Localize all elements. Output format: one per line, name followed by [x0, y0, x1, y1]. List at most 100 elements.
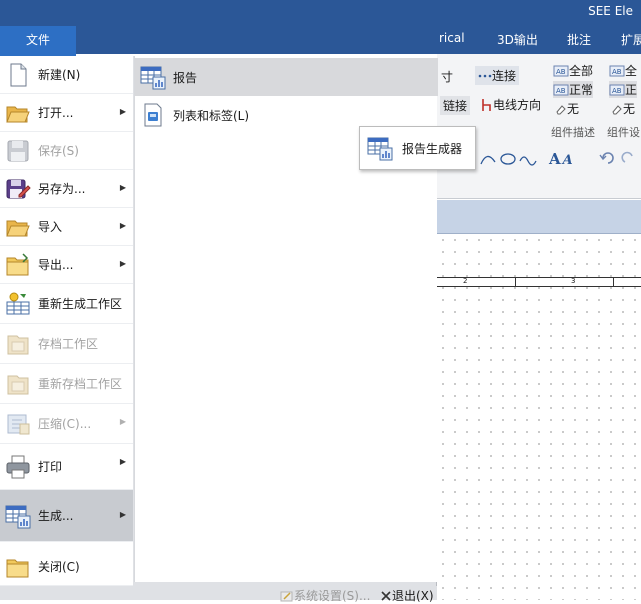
- text-ab-icon: AB: [553, 84, 569, 95]
- drawing-canvas[interactable]: [437, 234, 641, 600]
- ruler-tick: [515, 277, 516, 287]
- option-none-label: 无: [567, 102, 580, 116]
- menu-item-save-as[interactable]: 另存为... ▶: [0, 170, 133, 208]
- svg-text:AB: AB: [612, 87, 622, 95]
- menu-item-regenerate-workspace[interactable]: 重新生成工作区: [0, 284, 133, 324]
- menu-item-import[interactable]: 导入 ▶: [0, 208, 133, 246]
- submenu-arrow-icon: ▶: [119, 259, 126, 268]
- generate-report-icon: [5, 505, 31, 528]
- compress-icon: [7, 414, 30, 434]
- menu-item-label: 重新存档工作区: [38, 377, 123, 391]
- exit-label: 退出(X): [392, 589, 434, 603]
- menu-item-print[interactable]: 打印 ▶: [0, 444, 133, 490]
- import-folder-icon: [6, 220, 30, 236]
- svg-text:AB: AB: [612, 68, 622, 76]
- submenu-item-label: 列表和标签(L): [173, 108, 250, 123]
- menu-item-label: 关闭(C): [38, 560, 80, 574]
- svg-text:A: A: [548, 150, 561, 168]
- undo-icon[interactable]: [597, 150, 637, 166]
- tab-extensions[interactable]: 扩展: [621, 31, 641, 48]
- document-tab-bar: [437, 200, 641, 234]
- wire-direction-label: 电线方向: [493, 98, 542, 112]
- menu-item-export[interactable]: 导出... ▶: [0, 246, 133, 284]
- link-button[interactable]: 链接: [440, 96, 471, 115]
- option-all-2-label: 全: [625, 64, 638, 78]
- submenu-arrow-icon: ▶: [119, 510, 126, 519]
- connect-label: 连接: [492, 69, 517, 83]
- list-label-icon: [144, 103, 162, 127]
- option-normal-2[interactable]: AB 正: [609, 81, 638, 98]
- text-ab-icon: AB: [609, 84, 625, 95]
- option-all-label: 全部: [569, 64, 594, 78]
- backstage-footer: 系统设置(S)... 退出(X): [0, 586, 437, 603]
- close-folder-icon: [6, 559, 29, 577]
- sheet-ruler: 2 3: [437, 277, 641, 287]
- group-label-component-settings: 组件设: [607, 126, 640, 139]
- system-settings-button[interactable]: 系统设置(S)...: [280, 587, 370, 604]
- menu-item-label: 导入: [38, 220, 63, 234]
- eraser-icon: [556, 104, 566, 114]
- submenu-arrow-icon: ▶: [119, 221, 126, 230]
- dimension-button[interactable]: 寸: [441, 68, 453, 85]
- menu-item-label: 存档工作区: [38, 337, 99, 351]
- wire-direction-icon: [482, 98, 491, 111]
- menu-item-label: 导出...: [38, 258, 74, 272]
- save-icon: [7, 140, 29, 161]
- menu-item-generate[interactable]: 生成... ▶: [0, 490, 133, 542]
- option-none-2[interactable]: 无: [611, 100, 635, 117]
- option-all-2[interactable]: AB 全: [609, 62, 637, 79]
- text-ab-icon: AB: [553, 65, 569, 76]
- tab-3d-output[interactable]: 3D输出: [497, 31, 538, 48]
- ruler-tick: [613, 277, 614, 287]
- eraser-icon: [612, 104, 622, 114]
- menu-item-label: 重新生成工作区: [38, 297, 123, 311]
- option-normal[interactable]: AB 正常: [553, 81, 594, 98]
- option-none[interactable]: 无: [555, 100, 579, 117]
- dots-icon: [478, 74, 492, 77]
- menu-item-open[interactable]: 打开... ▶: [0, 94, 133, 132]
- submenu-arrow-icon: ▶: [119, 183, 126, 192]
- svg-text:AB: AB: [556, 87, 566, 95]
- option-none-2-label: 无: [623, 102, 636, 116]
- menu-item-rearchive-workspace[interactable]: 重新存档工作区: [0, 364, 133, 404]
- report-icon: [140, 66, 166, 90]
- menu-item-compress[interactable]: 压缩(C)... ▶: [0, 404, 133, 444]
- menu-item-save[interactable]: 保存(S): [0, 132, 133, 170]
- open-folder-icon: [6, 106, 30, 122]
- file-menu-list: 新建(N) 打开... ▶ 保存(S) 另存为... ▶ 导入 ▶ 导出... …: [0, 56, 133, 586]
- export-folder-icon: [6, 252, 29, 275]
- option-all[interactable]: AB 全部: [553, 62, 593, 79]
- rearchive-icon: [7, 375, 29, 394]
- menu-item-label: 生成...: [38, 509, 74, 523]
- text-style-icon[interactable]: AA: [547, 148, 583, 168]
- regenerate-workspace-icon: [6, 292, 30, 314]
- wire-direction-button[interactable]: 电线方向: [481, 96, 541, 113]
- submenu-arrow-icon: ▶: [119, 457, 126, 466]
- group-label-component-desc: 组件描述: [551, 126, 595, 139]
- menu-item-label: 保存(S): [38, 144, 79, 158]
- arc-tool-icon[interactable]: [477, 148, 537, 168]
- option-normal-2-label: 正: [625, 83, 638, 97]
- ruler-mark-2: 2: [463, 277, 468, 285]
- title-bar: SEE Ele: [0, 0, 641, 24]
- menu-item-label: 新建(N): [38, 68, 81, 82]
- tab-file[interactable]: 文件: [0, 26, 76, 56]
- tab-annotation[interactable]: 批注: [567, 31, 591, 48]
- option-normal-label: 正常: [569, 83, 594, 97]
- menu-item-close[interactable]: 关闭(C): [0, 548, 133, 586]
- exit-button[interactable]: 退出(X): [380, 587, 434, 604]
- archive-icon: [7, 335, 29, 354]
- tab-electrical[interactable]: rical: [439, 31, 465, 45]
- menu-item-label: 压缩(C)...: [38, 417, 92, 431]
- svg-text:AB: AB: [556, 68, 566, 76]
- submenu-item-report[interactable]: 报告: [135, 58, 438, 96]
- submenu-item-label: 报告: [173, 70, 198, 85]
- menu-item-label: 打开...: [38, 106, 74, 120]
- window-title: SEE Ele: [588, 4, 633, 18]
- menu-item-archive-workspace[interactable]: 存档工作区: [0, 324, 133, 364]
- report-generator-icon: [367, 137, 393, 161]
- menu-item-new[interactable]: 新建(N): [0, 56, 133, 94]
- submenu-arrow-icon: ▶: [119, 107, 126, 116]
- menu-item-label: 另存为...: [38, 182, 86, 196]
- connect-button[interactable]: 连接: [475, 66, 520, 85]
